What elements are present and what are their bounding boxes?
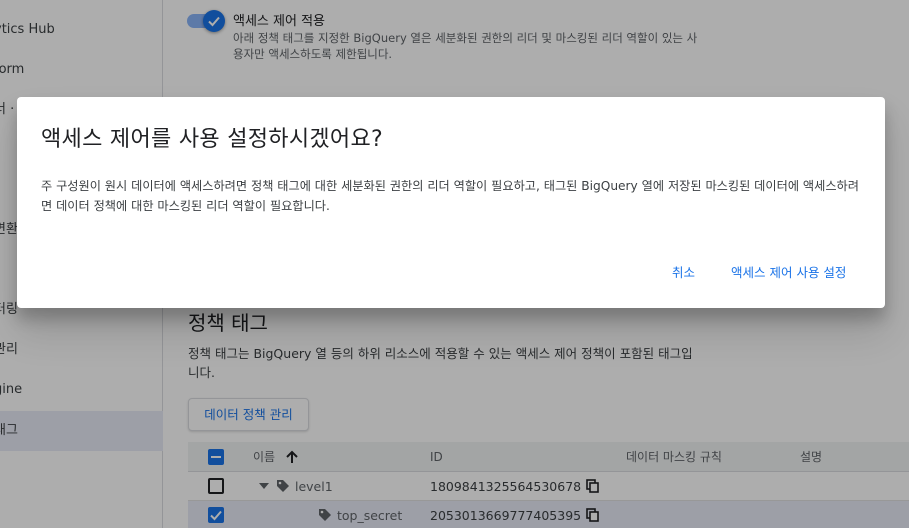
dialog-body: 주 구성원이 원시 데이터에 액세스하려면 정책 태그에 대한 세분화된 권한의… <box>41 179 859 213</box>
cancel-button[interactable]: 취소 <box>672 262 695 281</box>
dialog-title: 액세스 제어를 사용 설정하시겠어요? <box>41 127 383 152</box>
enable-access-control-button[interactable]: 액세스 제어 사용 설정 <box>731 262 846 281</box>
enable-access-control-dialog: 액세스 제어를 사용 설정하시겠어요? 주 구성원이 원시 데이터에 액세스하려… <box>17 97 885 308</box>
